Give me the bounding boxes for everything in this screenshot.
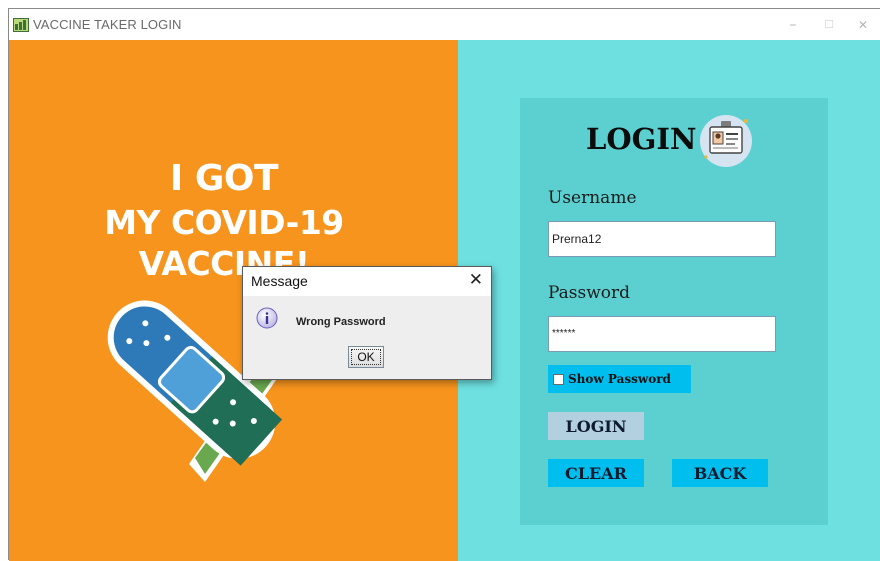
username-label: Username	[548, 188, 637, 208]
close-button[interactable]: ✕	[845, 9, 880, 40]
dialog-title: Message	[251, 273, 308, 289]
login-button[interactable]: LOGIN	[548, 412, 644, 440]
checkbox-box[interactable]	[553, 373, 564, 385]
show-password-label: Show Password	[568, 372, 671, 386]
login-panel: LOGIN Username Prerna12 Password ******	[458, 40, 880, 561]
dialog-close-icon[interactable]: ✕	[469, 270, 483, 290]
back-button[interactable]: BACK	[672, 459, 768, 487]
dialog-message: Wrong Password	[296, 316, 386, 328]
password-label: Password	[548, 283, 631, 303]
dialog-body: Wrong Password OK	[243, 296, 491, 379]
maximize-icon: ☐	[824, 18, 834, 31]
info-icon	[256, 307, 278, 329]
message-dialog: Message ✕ Wrong Password OK	[242, 266, 492, 380]
minimize-button[interactable]: –	[775, 9, 811, 40]
minimize-icon: –	[789, 16, 797, 33]
id-badge-icon	[700, 115, 752, 167]
maximize-button[interactable]: ☐	[811, 9, 847, 40]
poster-line-2: MY COVID-19	[104, 203, 344, 242]
username-field[interactable]: Prerna12	[548, 221, 776, 257]
password-field[interactable]: ******	[548, 316, 776, 352]
top-background	[0, 0, 880, 8]
show-password-checkbox[interactable]: Show Password	[548, 365, 691, 393]
poster-line-1: I GOT	[169, 158, 279, 199]
app-icon	[13, 18, 29, 32]
login-card: LOGIN Username Prerna12 Password ******	[520, 98, 828, 525]
title-bar: VACCINE TAKER LOGIN – ☐ ✕	[9, 9, 880, 40]
login-heading: LOGIN	[586, 122, 697, 156]
ok-button[interactable]: OK	[348, 346, 384, 368]
close-icon: ✕	[857, 17, 869, 32]
window-title: VACCINE TAKER LOGIN	[33, 17, 182, 32]
clear-button[interactable]: CLEAR	[548, 459, 644, 487]
